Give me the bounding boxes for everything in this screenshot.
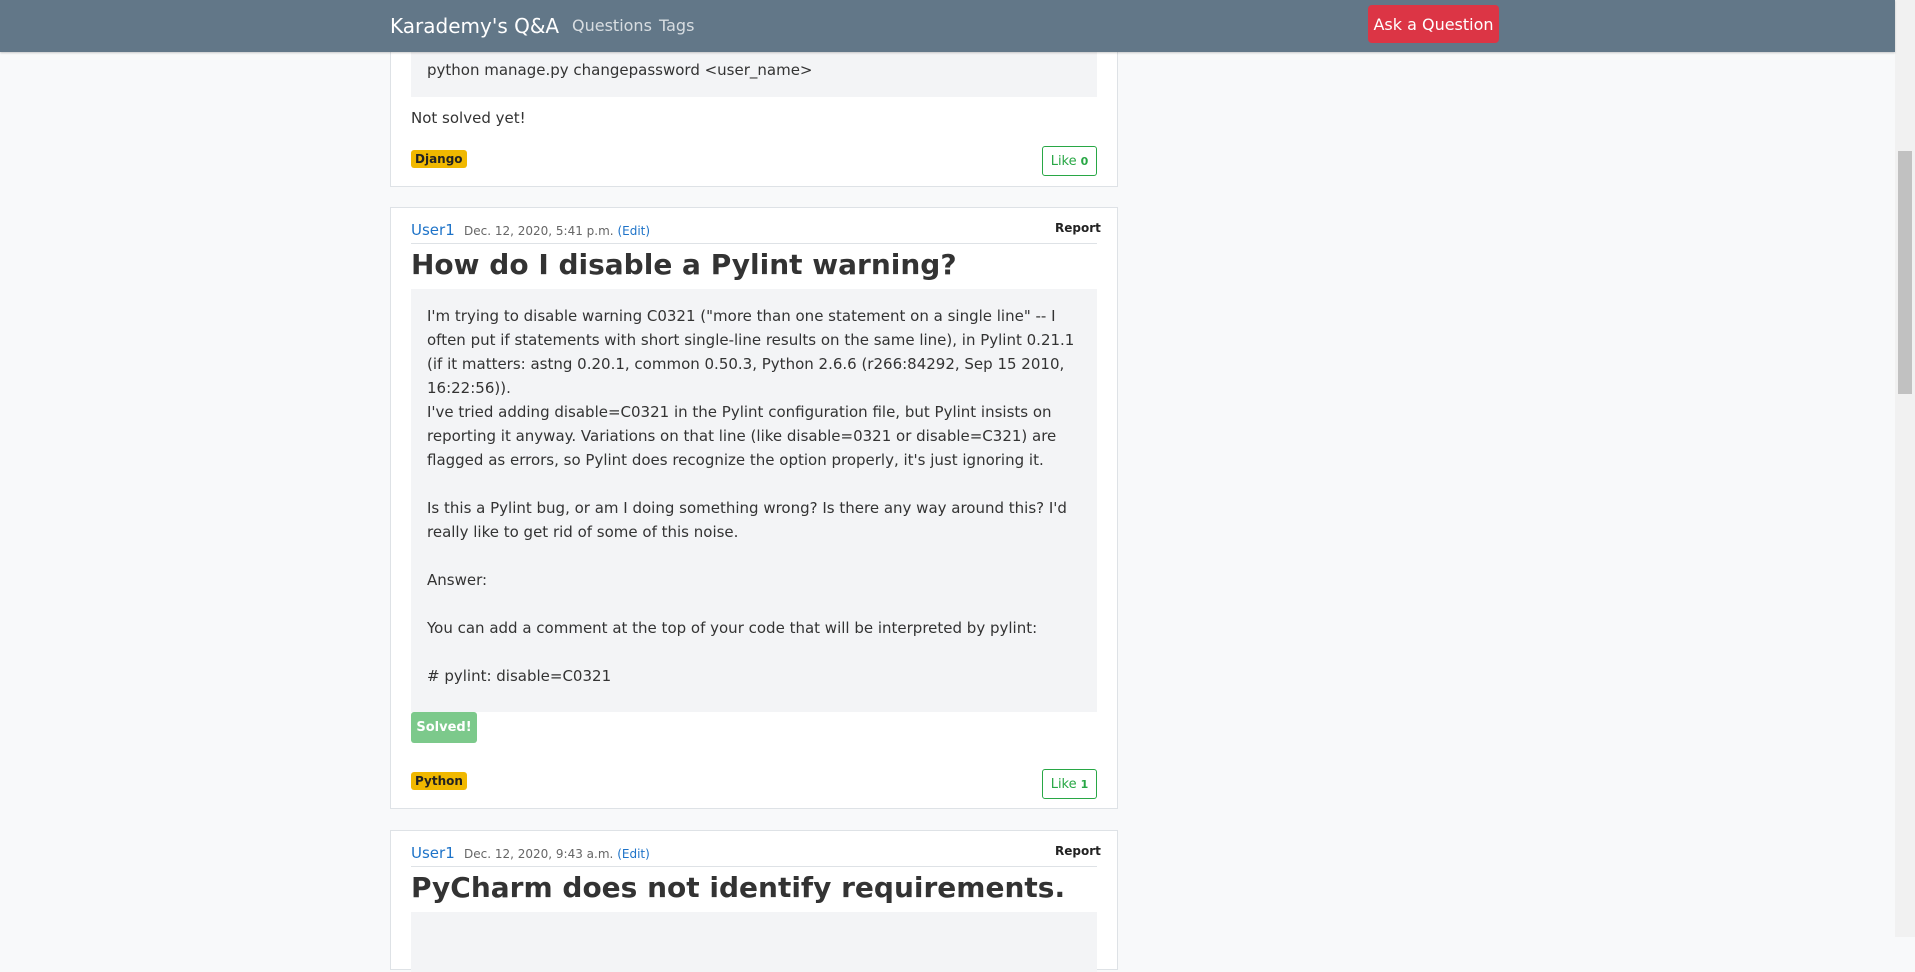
brand-logo[interactable]: Karademy's Q&A — [390, 14, 559, 38]
body-paragraph: I've tried adding disable=C0321 in the P… — [427, 403, 1057, 469]
body-paragraph: Is this a Pylint bug, or am I doing some… — [427, 499, 1067, 541]
date-text: Dec. 12, 2020, 5:41 p.m. — [464, 224, 614, 238]
question-body — [411, 912, 1097, 972]
author-link[interactable]: User1 — [411, 221, 455, 239]
question-card: User1 Dec. 12, 2020, 9:43 a.m. (Edit) Re… — [390, 830, 1118, 972]
like-label: Like — [1050, 776, 1077, 792]
code-text: python manage.py changepassword <user_na… — [427, 61, 813, 79]
body-paragraph: You can add a comment at the top of your… — [427, 619, 1038, 637]
divider — [411, 243, 1097, 244]
like-label: Like — [1050, 153, 1077, 169]
nav-questions-link[interactable]: Questions — [572, 16, 652, 35]
question-body: I'm trying to disable warning C0321 ("mo… — [411, 289, 1097, 712]
question-card: User1 Dec. 12, 2020, 5:41 p.m. (Edit) Re… — [390, 207, 1118, 809]
divider — [411, 866, 1097, 867]
post-date: Dec. 12, 2020, 9:43 a.m. (Edit) — [464, 847, 650, 861]
page-scrollbar[interactable] — [1895, 0, 1915, 937]
edit-link[interactable]: (Edit) — [617, 224, 650, 238]
author-link[interactable]: User1 — [411, 844, 455, 862]
date-text: Dec. 12, 2020, 9:43 a.m. — [464, 847, 614, 861]
solved-badge: Solved! — [411, 712, 477, 743]
post-date: Dec. 12, 2020, 5:41 p.m. (Edit) — [464, 224, 650, 238]
body-paragraph: Answer: — [427, 571, 488, 589]
status-text: Not solved yet! — [411, 109, 526, 127]
scrollbar-thumb[interactable] — [1898, 151, 1912, 394]
tag-badge[interactable]: Python — [411, 772, 467, 790]
top-navbar: Karademy's Q&A Questions Tags Ask a Ques… — [0, 0, 1895, 52]
edit-link[interactable]: (Edit) — [617, 847, 650, 861]
nav-tags-link[interactable]: Tags — [659, 16, 694, 35]
ask-question-button[interactable]: Ask a Question — [1368, 5, 1499, 43]
question-title[interactable]: PyCharm does not identify requirements. — [411, 871, 1065, 904]
question-title[interactable]: How do I disable a Pylint warning? — [411, 248, 957, 281]
like-count: 1 — [1080, 777, 1089, 791]
report-button[interactable]: Report — [1055, 844, 1101, 858]
like-button[interactable]: Like 0 — [1042, 146, 1097, 176]
body-paragraph: I'm trying to disable warning C0321 ("mo… — [427, 307, 1075, 397]
body-paragraph: # pylint: disable=C0321 — [427, 667, 612, 685]
like-count: 0 — [1080, 154, 1089, 168]
report-button[interactable]: Report — [1055, 221, 1101, 235]
like-button[interactable]: Like 1 — [1042, 769, 1097, 799]
tag-badge[interactable]: Django — [411, 150, 467, 168]
